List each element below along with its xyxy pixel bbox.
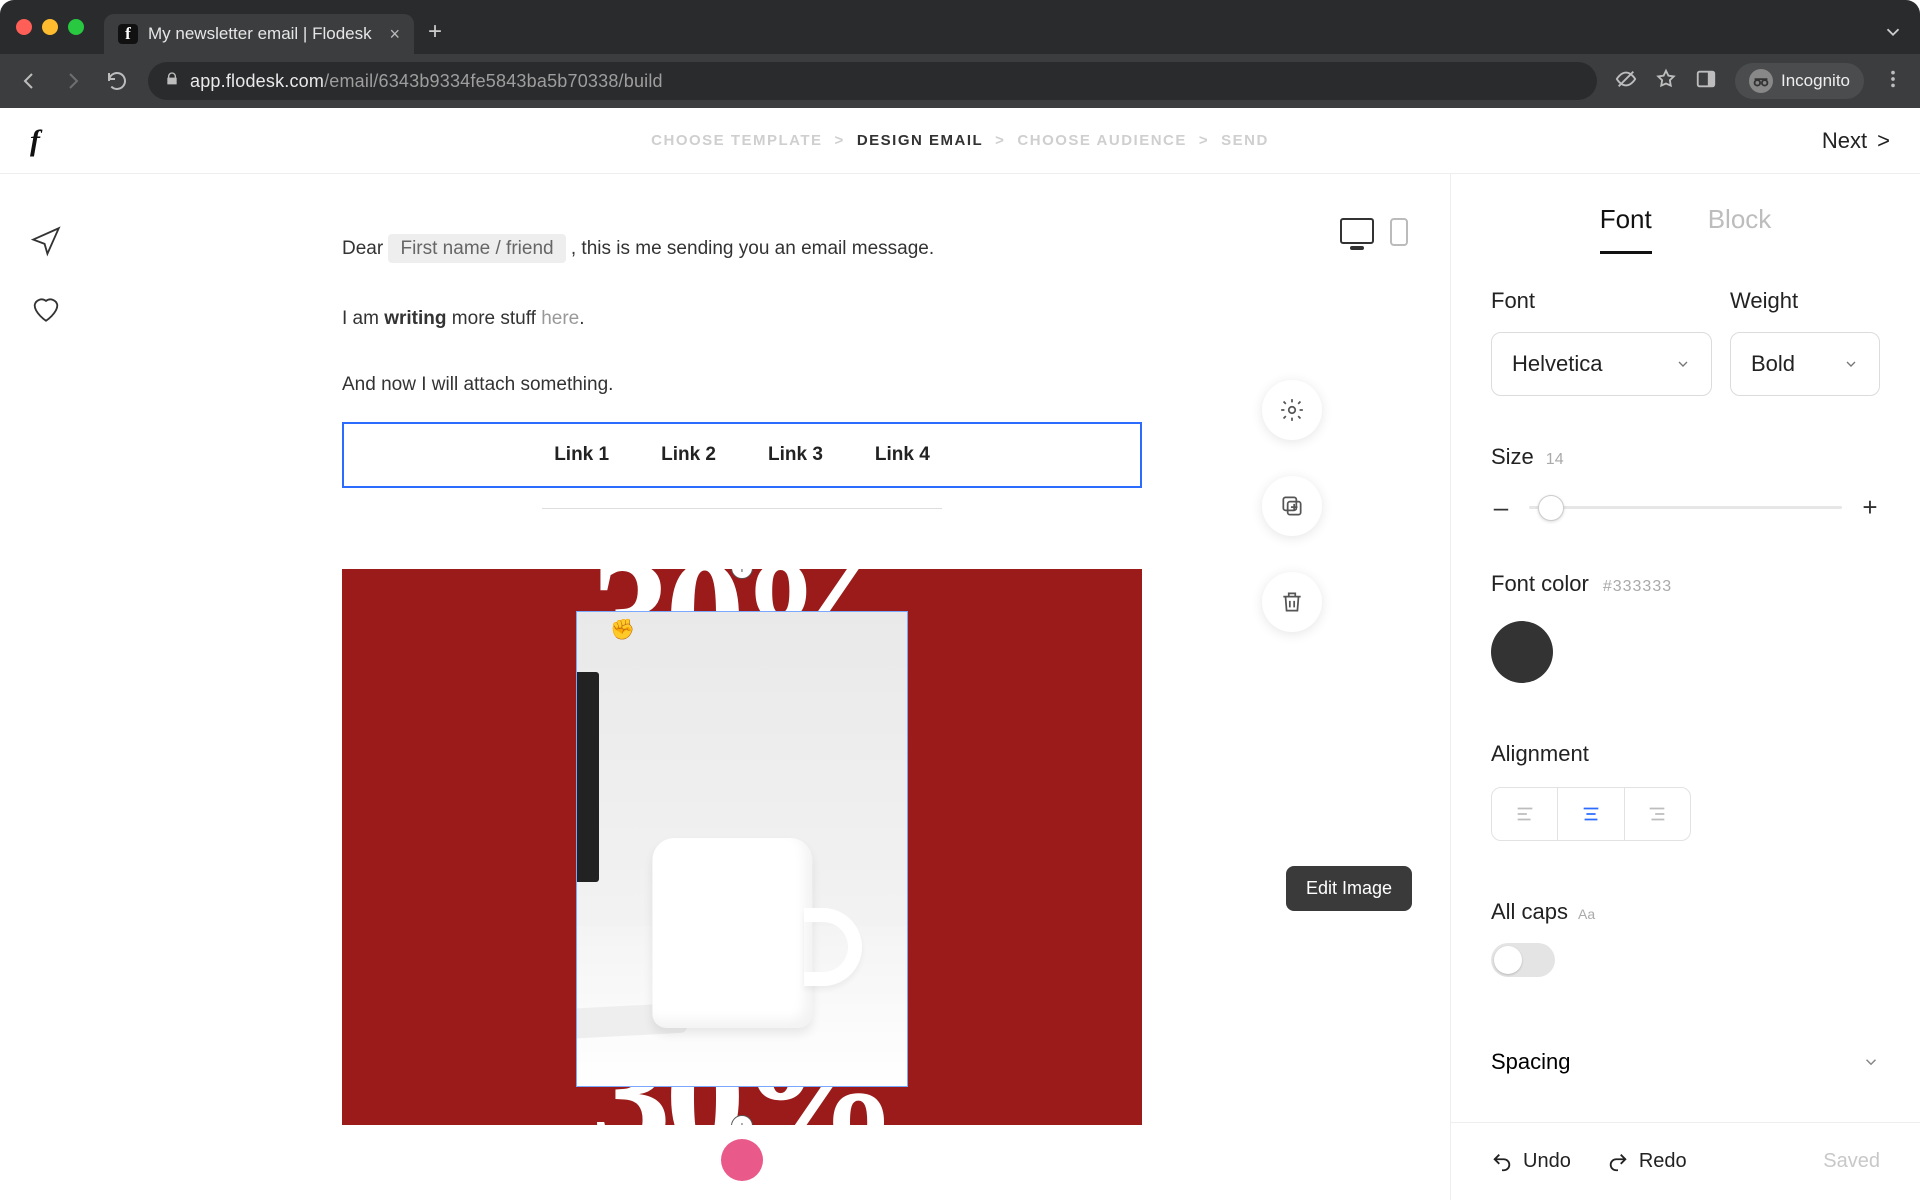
back-button[interactable] [16,68,42,94]
font-family-label: Font [1491,288,1712,314]
email-canvas[interactable]: Dear First name / friend , this is me se… [342,234,1142,1195]
undo-button[interactable]: Undo [1491,1150,1571,1173]
heart-icon[interactable] [29,291,63,330]
inline-link-here[interactable]: here [541,308,579,329]
font-weight-label: Weight [1730,288,1880,314]
alignment-group [1491,787,1691,841]
incognito-indicator[interactable]: Incognito [1735,63,1864,99]
forward-button[interactable] [60,68,86,94]
url-text: app.flodesk.com/email/6343b9334fe5843ba5… [190,71,663,92]
font-family-select[interactable]: Helvetica [1491,332,1712,396]
align-center-button[interactable] [1557,788,1623,840]
block-settings-button[interactable] [1262,380,1322,440]
links-block[interactable]: Link 1 Link 2 Link 3 Link 4 [342,422,1142,488]
block-floating-tools [1262,380,1322,632]
allcaps-toggle[interactable] [1491,943,1555,977]
redo-button[interactable]: Redo [1607,1150,1687,1173]
new-tab-button[interactable]: + [428,18,442,46]
paper-plane-icon[interactable] [29,224,63,263]
desktop-preview-button[interactable] [1340,218,1374,244]
nav-link-4[interactable]: Link 4 [875,444,930,466]
reload-button[interactable] [104,68,130,94]
browser-toolbar: app.flodesk.com/email/6343b9334fe5843ba5… [0,54,1920,108]
body-paragraph-2[interactable]: And now I will attach something. [342,374,1142,396]
allcaps-hint: Aa [1578,906,1595,922]
font-size-value: 14 [1546,451,1564,469]
alignment-label: Alignment [1491,741,1880,767]
overlay-image[interactable] [576,611,908,1087]
tab-title: My newsletter email | Flodesk [148,24,372,44]
allcaps-label: All caps [1491,899,1568,925]
tab-block[interactable]: Block [1708,204,1772,254]
star-icon[interactable] [1655,68,1677,95]
chevron-down-icon [1843,356,1859,372]
tab-favicon: f [118,24,138,44]
incognito-label: Incognito [1781,71,1850,91]
font-weight-select[interactable]: Bold [1730,332,1880,396]
merge-tag[interactable]: First name / friend [388,234,565,263]
greeting-line[interactable]: Dear First name / friend , this is me se… [342,234,1142,264]
layer-selection-dot[interactable] [721,1139,763,1181]
size-slider-thumb[interactable] [1538,495,1564,521]
step-design-email[interactable]: DESIGN EMAIL [857,132,983,149]
font-color-value: #333333 [1603,578,1672,596]
nav-link-3[interactable]: Link 3 [768,444,823,466]
incognito-icon [1749,69,1773,93]
font-size-label: Size [1491,444,1534,470]
nav-link-2[interactable]: Link 2 [661,444,716,466]
browser-tab-strip: f My newsletter email | Flodesk × + [0,0,1920,54]
mobile-preview-button[interactable] [1390,218,1408,246]
tab-font[interactable]: Font [1600,204,1652,254]
window-close-button[interactable] [16,19,32,35]
lock-icon [164,71,180,92]
next-button[interactable]: Next> [1822,128,1890,154]
spacing-accordion[interactable]: Spacing [1491,1049,1880,1095]
chevron-down-icon [1862,1053,1880,1071]
step-choose-audience[interactable]: CHOOSE AUDIENCE [1017,132,1186,149]
divider [542,508,942,509]
font-color-swatch[interactable] [1491,621,1553,683]
tab-close-icon[interactable]: × [389,24,400,45]
step-choose-template[interactable]: CHOOSE TEMPLATE [651,132,822,149]
image-block[interactable]: + 30% 30% 30% 30% ✊ + [342,569,1142,1125]
size-increment-button[interactable]: + [1860,492,1880,523]
sidebar-tabs: Font Block [1451,174,1920,254]
size-slider[interactable] [1529,506,1842,509]
kebab-menu-icon[interactable] [1882,68,1904,95]
side-panel-icon[interactable] [1695,68,1717,95]
block-duplicate-button[interactable] [1262,476,1322,536]
wizard-breadcrumbs: CHOOSE TEMPLATE > DESIGN EMAIL > CHOOSE … [651,132,1269,149]
nav-link-1[interactable]: Link 1 [554,444,609,466]
align-left-button[interactable] [1492,788,1557,840]
font-color-label: Font color [1491,571,1589,597]
step-send[interactable]: SEND [1221,132,1269,149]
block-delete-button[interactable] [1262,572,1322,632]
saved-status: Saved [1823,1150,1880,1173]
window-zoom-button[interactable] [68,19,84,35]
eye-off-icon[interactable] [1615,68,1637,95]
app-topbar: f CHOOSE TEMPLATE > DESIGN EMAIL > CHOOS… [0,108,1920,174]
align-right-button[interactable] [1624,788,1690,840]
body-paragraph-1[interactable]: I am writing more stuff here. [342,308,1142,330]
inspector-sidebar: Font Block Font Helvetica Weight [1450,174,1920,1200]
viewport-toggle [1340,218,1408,246]
browser-tab[interactable]: f My newsletter email | Flodesk × [104,14,414,54]
sidebar-footer: Undo Redo Saved [1451,1122,1920,1200]
inline-link-something[interactable]: something [520,374,608,395]
chevron-down-icon [1675,356,1691,372]
tab-overflow-icon[interactable] [1882,21,1904,43]
app-logo[interactable]: f [30,124,40,158]
window-minimize-button[interactable] [42,19,58,35]
left-rail [0,174,92,1200]
address-bar[interactable]: app.flodesk.com/email/6343b9334fe5843ba5… [148,62,1597,100]
window-controls [16,19,84,35]
edit-image-tooltip[interactable]: Edit Image [1286,866,1412,911]
size-decrement-button[interactable]: – [1491,492,1511,523]
